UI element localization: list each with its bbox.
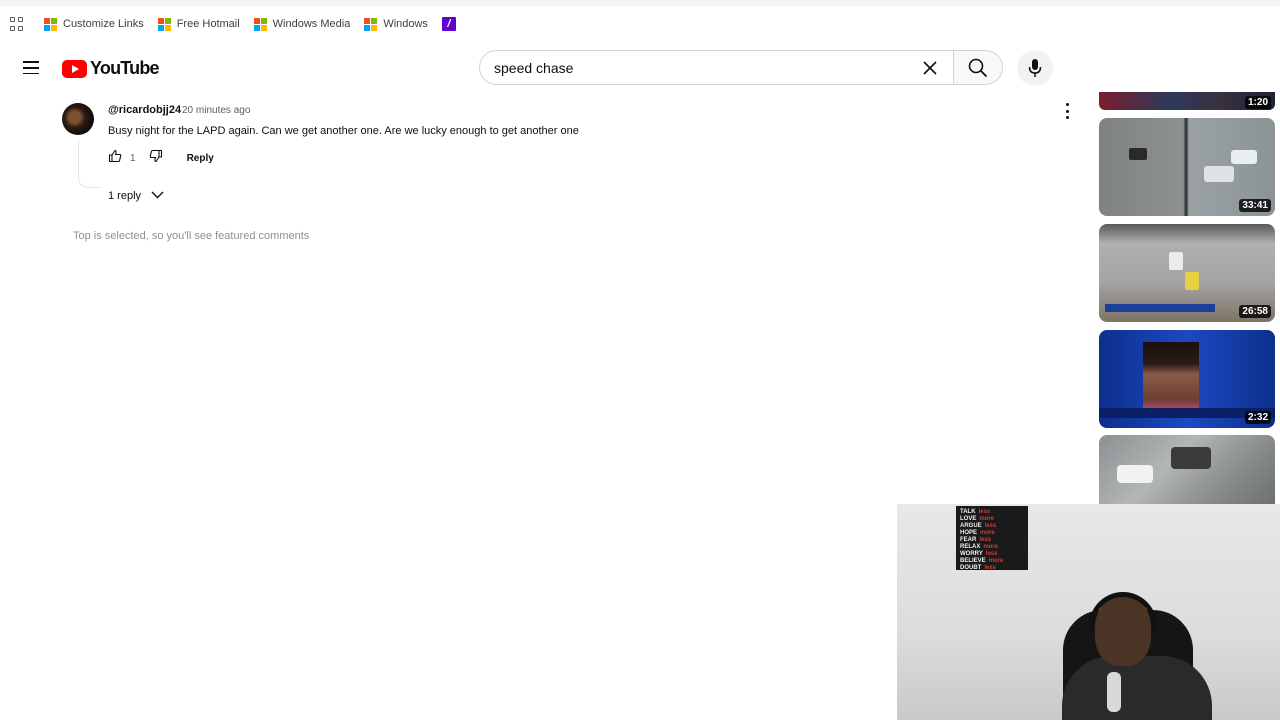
menu-icon[interactable] [23,61,39,75]
apps-grid-icon[interactable] [10,17,24,31]
related-video-thumbnail[interactable] [1099,435,1275,505]
featured-comments-note: Top is selected, so you'll see featured … [73,230,310,242]
comment-text: Busy night for the LAPD again. Can we ge… [108,125,579,137]
youtube-header: YouTube speed chase [0,42,1280,94]
thumbs-up-icon [108,149,122,162]
like-count: 1 [130,152,136,164]
video-duration: 26:58 [1239,305,1271,318]
bookmark-customize-links[interactable]: Customize Links [44,17,144,31]
bookmark-label: Windows [383,18,428,30]
bookmarks-bar: Customize Links Free Hotmail Windows Med… [0,6,1280,42]
microsoft-logo-icon [253,17,267,31]
related-video-thumbnail[interactable]: 2:32 [1099,330,1275,428]
related-video-thumbnail[interactable]: 1:20 [1099,92,1275,110]
comment-more-actions-icon[interactable] [1064,103,1070,119]
comment-actions: 1 Reply [108,149,214,168]
search-input[interactable]: speed chase [480,60,913,76]
bookmark-free-hotmail[interactable]: Free Hotmail [157,17,240,31]
like-button[interactable] [108,149,122,168]
bookmark-label: Customize Links [63,18,144,30]
related-video-thumbnail[interactable]: 33:41 [1099,118,1275,216]
related-video-thumbnail[interactable]: 26:58 [1099,224,1275,322]
dislike-button[interactable] [149,149,163,168]
headset-icon [1089,592,1157,632]
commenter-avatar[interactable] [62,103,94,135]
microphone-icon [1028,59,1042,77]
replies-label: 1 reply [108,190,142,202]
bookmark-label: Windows Media [272,18,351,30]
video-duration: 2:32 [1244,411,1271,424]
bookmark-yahoo[interactable]: / [441,17,456,31]
webcam-overlay: TALK less LOVE more ARGUE less HOPE more FEA… [897,504,1280,720]
search-button[interactable] [953,50,1003,85]
microsoft-logo-icon [157,17,171,31]
clear-search-icon[interactable] [913,51,947,85]
search-bar[interactable]: speed chase [479,50,953,85]
thumbs-down-icon [149,149,162,162]
search-icon [968,58,988,77]
microsoft-logo-icon [364,17,378,31]
yahoo-icon: / [441,17,456,31]
bookmark-windows-media[interactable]: Windows Media [253,17,351,31]
reply-thread-connector [78,140,100,188]
microsoft-logo-icon [44,17,57,31]
bookmark-windows[interactable]: Windows [364,17,428,31]
chevron-down-icon [151,190,164,202]
youtube-logo[interactable]: YouTube [62,58,160,79]
comment-author[interactable]: @ricardobjj24 [108,104,181,116]
bookmark-label: Free Hotmail [176,18,240,30]
video-duration: 1:20 [1244,96,1271,109]
person-shirt [1062,656,1212,720]
microphone-prop [1107,672,1121,712]
comment-timestamp[interactable]: 20 minutes ago [182,105,250,116]
voice-search-button[interactable] [1017,50,1053,86]
youtube-play-icon [62,59,87,78]
view-replies-button[interactable]: 1 reply [108,190,164,202]
youtube-logo-text: YouTube [90,58,160,78]
video-duration: 33:41 [1239,199,1271,212]
reply-button[interactable]: Reply [187,153,214,164]
wall-poster: TALK less LOVE more ARGUE less HOPE more FEA… [956,506,1028,571]
